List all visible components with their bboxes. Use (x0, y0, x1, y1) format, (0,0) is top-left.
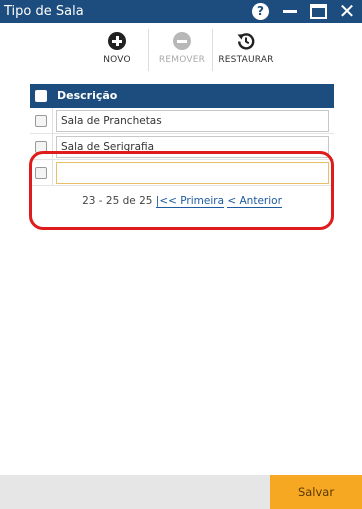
help-icon[interactable]: ? (252, 3, 269, 20)
remove-circle-icon (173, 32, 191, 50)
novo-label: NOVO (103, 55, 131, 65)
window-title: Tipo de Sala (4, 4, 84, 19)
toolbar-divider (212, 29, 213, 71)
restaurar-button[interactable]: RESTAURAR (214, 27, 278, 73)
restaurar-label: RESTAURAR (218, 55, 274, 65)
row-checkbox[interactable] (35, 115, 47, 127)
column-divider (52, 108, 53, 133)
table-row (30, 108, 334, 134)
save-button[interactable]: Salvar (270, 475, 362, 509)
maximize-icon[interactable] (310, 4, 327, 19)
highlight-annotation (29, 151, 334, 230)
remover-label: REMOVER (158, 55, 206, 65)
toolbar: NOVO REMOVER RESTAURAR (0, 27, 362, 75)
restore-history-icon (237, 33, 255, 50)
column-header-descricao: Descrição (57, 89, 118, 102)
title-bar: Tipo de Sala ? ✕ (0, 0, 362, 23)
select-all-checkbox[interactable] (35, 90, 47, 102)
close-icon[interactable]: ✕ (336, 0, 358, 23)
descricao-input[interactable] (56, 110, 329, 132)
grid-header: Descrição (30, 84, 334, 108)
novo-button[interactable]: NOVO (97, 27, 137, 73)
minimize-icon[interactable] (283, 0, 297, 23)
toolbar-divider (148, 29, 149, 71)
add-circle-icon (108, 32, 126, 50)
remover-button[interactable]: REMOVER (155, 27, 209, 73)
footer-bar: Salvar (0, 475, 362, 509)
